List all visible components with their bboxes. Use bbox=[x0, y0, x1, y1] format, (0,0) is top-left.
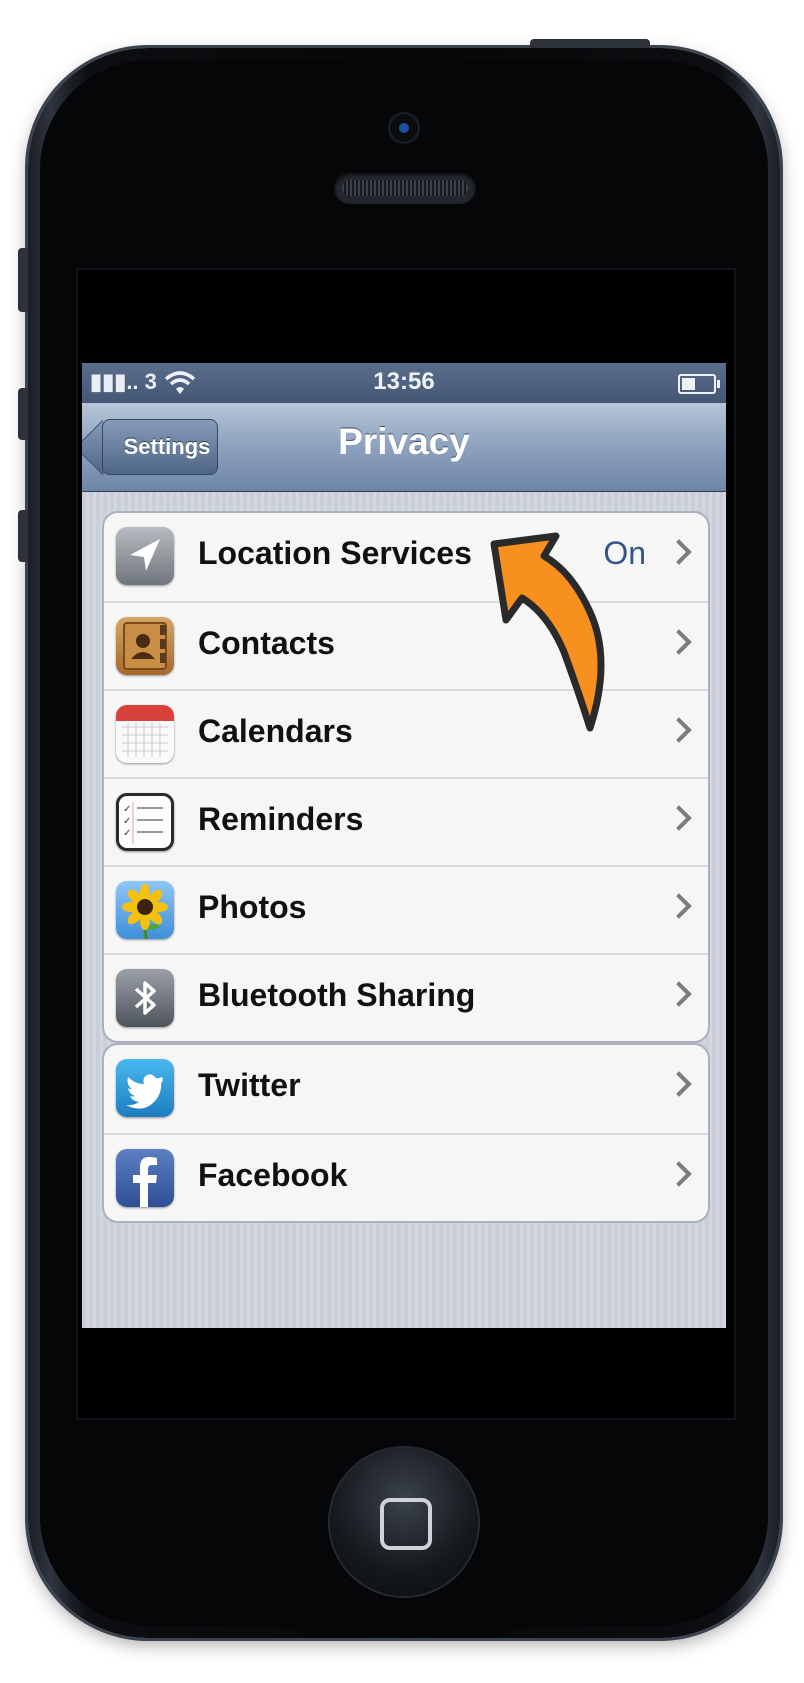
chevron-right-icon bbox=[666, 539, 692, 565]
list-item-label: Contacts bbox=[198, 625, 335, 661]
list-item-location-services[interactable]: Location Services On bbox=[104, 513, 708, 601]
twitter-bird-icon bbox=[116, 1059, 174, 1117]
status-bar: ▮▮▮.. 3 13:56 bbox=[82, 363, 726, 403]
list-item-label: Location Services bbox=[198, 535, 472, 571]
location-services-status: On bbox=[603, 535, 646, 571]
photos-sunflower-icon bbox=[116, 881, 174, 939]
page-title: Privacy bbox=[338, 421, 470, 462]
social-accounts-list: Twitter Facebook bbox=[102, 1043, 710, 1223]
svg-text:✓: ✓ bbox=[123, 828, 131, 839]
list-item-twitter[interactable]: Twitter bbox=[104, 1045, 708, 1133]
list-item-label: Bluetooth Sharing bbox=[198, 977, 476, 1013]
chevron-right-icon bbox=[666, 805, 692, 831]
status-time: 13:56 bbox=[373, 368, 435, 395]
chevron-right-icon bbox=[666, 981, 692, 1007]
screen: ▮▮▮.. 3 13:56 Settings Privacy Location … bbox=[82, 363, 726, 1328]
navigation-bar: Settings Privacy bbox=[82, 403, 726, 492]
list-item-reminders[interactable]: ✓ ✓ ✓ Reminders bbox=[104, 777, 708, 865]
sleep-wake-button bbox=[530, 39, 650, 48]
list-item-label: Twitter bbox=[198, 1067, 301, 1103]
list-item-label: Facebook bbox=[198, 1157, 348, 1193]
chevron-right-icon bbox=[666, 893, 692, 919]
chevron-right-icon bbox=[666, 1071, 692, 1097]
list-item-calendars[interactable]: Calendars bbox=[104, 689, 708, 777]
list-item-photos[interactable]: Photos bbox=[104, 865, 708, 953]
reminders-icon: ✓ ✓ ✓ bbox=[116, 793, 174, 851]
contacts-icon bbox=[116, 617, 174, 675]
mute-switch bbox=[18, 248, 28, 312]
privacy-list: Location Services On Contacts Calendars … bbox=[102, 511, 710, 1043]
bluetooth-icon bbox=[116, 969, 174, 1027]
list-item-bluetooth-sharing[interactable]: Bluetooth Sharing bbox=[104, 953, 708, 1041]
list-item-label: Photos bbox=[198, 889, 307, 925]
list-item-facebook[interactable]: Facebook bbox=[104, 1133, 708, 1221]
home-square-icon bbox=[380, 1498, 432, 1550]
chevron-right-icon bbox=[666, 717, 692, 743]
front-camera bbox=[390, 114, 418, 142]
list-item-contacts[interactable]: Contacts bbox=[104, 601, 708, 689]
location-arrow-icon bbox=[116, 527, 174, 585]
svg-text:✓: ✓ bbox=[123, 804, 131, 815]
volume-up-button bbox=[18, 388, 28, 440]
home-button[interactable] bbox=[330, 1448, 478, 1596]
list-item-label: Reminders bbox=[198, 801, 364, 837]
chevron-right-icon bbox=[666, 1161, 692, 1187]
earpiece-speaker bbox=[334, 172, 476, 204]
chevron-right-icon bbox=[666, 629, 692, 655]
svg-text:✓: ✓ bbox=[123, 816, 131, 827]
battery-icon bbox=[678, 374, 720, 394]
list-item-label: Calendars bbox=[198, 713, 353, 749]
calendar-icon bbox=[116, 705, 174, 763]
facebook-f-icon bbox=[116, 1149, 174, 1207]
volume-down-button bbox=[18, 510, 28, 562]
